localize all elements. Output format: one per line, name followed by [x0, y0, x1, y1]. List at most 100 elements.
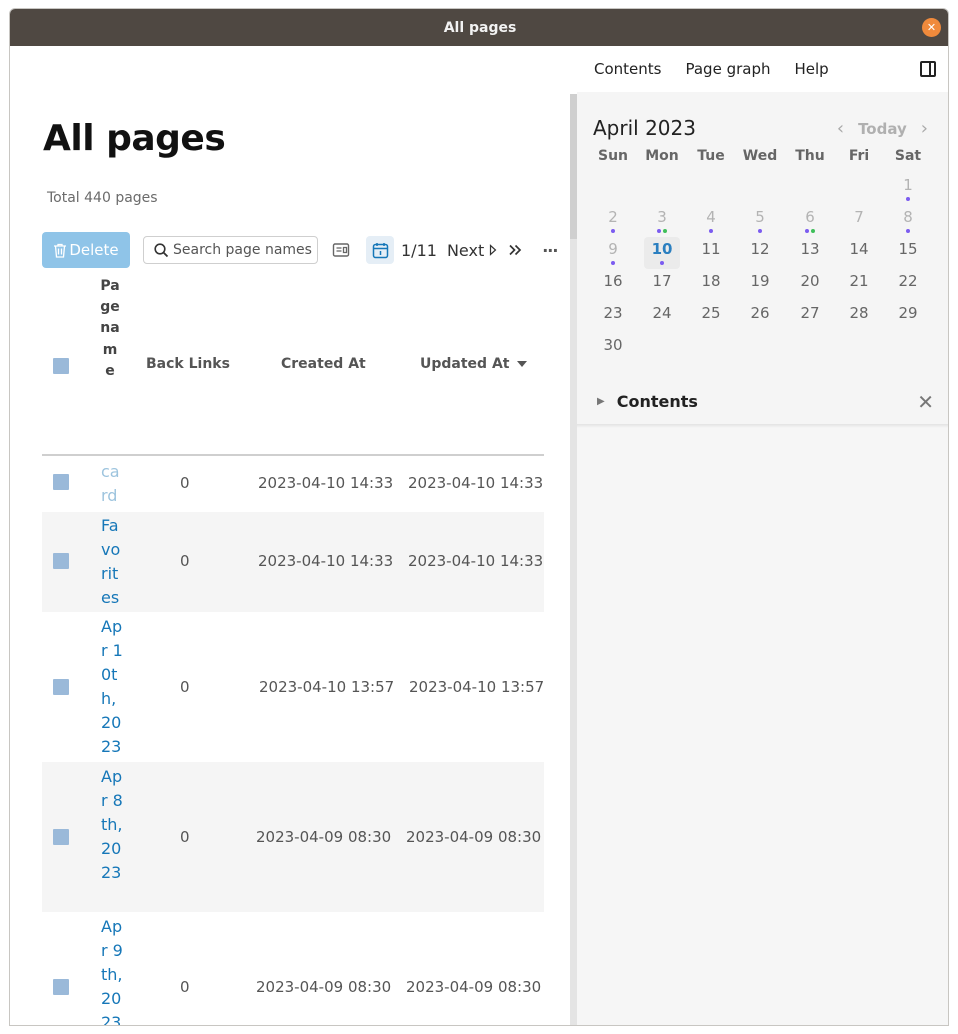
journal-entry-dot: [758, 229, 762, 233]
close-button[interactable]: ✕: [922, 18, 941, 37]
journals-toggle-button[interactable]: [328, 237, 354, 263]
last-page-icon[interactable]: [508, 244, 522, 256]
calendar-day[interactable]: 11: [691, 237, 731, 269]
column-header-created-at[interactable]: Created At: [281, 356, 366, 372]
page-name-link[interactable]: Apr 10th, 2023: [101, 615, 125, 759]
weekday-label: Mon: [645, 148, 679, 164]
column-header-updated-at[interactable]: Updated At: [420, 356, 528, 372]
calendar-day[interactable]: 17: [642, 269, 682, 301]
created-at-value: 2023-04-10 14:33: [258, 552, 394, 570]
journal-entry-dot: [709, 229, 713, 233]
page-name-link[interactable]: Apr 8th, 2023: [101, 765, 125, 885]
column-header-back-links[interactable]: Back Links: [146, 356, 230, 372]
delete-button[interactable]: Delete: [42, 232, 130, 268]
calendar-day[interactable]: 26: [740, 301, 780, 333]
journal-list-icon: [332, 243, 350, 257]
search-input[interactable]: Search page names: [143, 236, 318, 264]
table-row[interactable]: Apr 8th, 2023 0 2023-04-09 08:30 2023-04…: [42, 762, 544, 912]
created-at-value: 2023-04-09 08:30: [256, 978, 392, 996]
next-page-button[interactable]: Next: [447, 241, 484, 260]
close-icon: ✕: [926, 21, 937, 34]
calendar-day[interactable]: 14: [839, 237, 879, 269]
table-row[interactable]: Apr 9th, 2023 0 2023-04-09 08:30 2023-04…: [42, 912, 544, 1025]
tab-help[interactable]: Help: [794, 60, 828, 78]
column-header-page-name[interactable]: Page name: [100, 276, 120, 382]
updated-at-label: Updated At: [420, 356, 510, 372]
calendar-day[interactable]: 30: [593, 333, 633, 365]
row-checkbox[interactable]: [53, 979, 69, 995]
journal-entry-dot: [811, 229, 815, 233]
panel-divider: [577, 424, 948, 428]
row-checkbox[interactable]: [53, 679, 69, 695]
weekday-label: Wed: [742, 148, 778, 164]
calendar-day[interactable]: 24: [642, 301, 682, 333]
row-checkbox[interactable]: [53, 474, 69, 490]
calendar-day[interactable]: 3: [642, 205, 682, 237]
sidebar-tabs: Contents Page graph Help: [577, 46, 948, 92]
caret-right-icon: [490, 244, 497, 256]
table-row[interactable]: Apr 10th, 2023 0 2023-04-10 13:57 2023-0…: [42, 612, 544, 762]
calendar-day[interactable]: 23: [593, 301, 633, 333]
search-placeholder: Search page names: [173, 242, 312, 258]
delete-label: Delete: [69, 241, 119, 259]
calendar-day[interactable]: 21: [839, 269, 879, 301]
journal-entry-dot: [657, 229, 661, 233]
calendar-month: April 2023: [593, 116, 696, 140]
contents-panel-header[interactable]: ▶ Contents ✕: [577, 378, 948, 424]
calendar-day[interactable]: 28: [839, 301, 879, 333]
sort-desc-icon: [517, 361, 528, 367]
scrollbar-thumb[interactable]: [570, 94, 577, 239]
calendar-day[interactable]: 8: [888, 205, 928, 237]
row-checkbox[interactable]: [53, 829, 69, 845]
calendar-day[interactable]: 19: [740, 269, 780, 301]
journal-entry-dot: [663, 229, 667, 233]
page-title: All pages: [43, 118, 226, 159]
caret-right-icon[interactable]: ▶: [597, 396, 605, 407]
table-row[interactable]: card 0 2023-04-10 14:33 2023-04-10 14:33: [42, 456, 544, 512]
calendar-day[interactable]: 16: [593, 269, 633, 301]
prev-month-icon[interactable]: ‹: [837, 118, 844, 139]
calendar-nav: ‹ Today ›: [837, 118, 928, 139]
calendar-day[interactable]: 29: [888, 301, 928, 333]
tab-contents[interactable]: Contents: [594, 60, 661, 78]
journal-entry-dot: [611, 229, 615, 233]
calendar-toggle-button[interactable]: [366, 236, 394, 264]
next-month-icon[interactable]: ›: [921, 118, 928, 139]
back-links-count: 0: [180, 552, 190, 570]
calendar-day[interactable]: 12: [740, 237, 780, 269]
calendar-day[interactable]: 27: [790, 301, 830, 333]
back-links-count: 0: [180, 978, 190, 996]
calendar-day[interactable]: 15: [888, 237, 928, 269]
calendar-day[interactable]: 18: [691, 269, 731, 301]
calendar-day[interactable]: 22: [888, 269, 928, 301]
calendar-day-today[interactable]: 10: [644, 237, 680, 269]
page-name-link[interactable]: Favorites: [101, 514, 125, 610]
calendar-day[interactable]: 2: [593, 205, 633, 237]
updated-at-value: 2023-04-09 08:30: [406, 978, 542, 996]
more-options-icon[interactable]: ···: [542, 241, 558, 260]
calendar-day[interactable]: 4: [691, 205, 731, 237]
trash-icon: [54, 243, 67, 258]
tab-page-graph[interactable]: Page graph: [685, 60, 770, 78]
calendar-day[interactable]: 25: [691, 301, 731, 333]
calendar-day[interactable]: 7: [839, 205, 879, 237]
calendar-day[interactable]: 13: [790, 237, 830, 269]
calendar-day[interactable]: 20: [790, 269, 830, 301]
journal-entry-dot: [805, 229, 809, 233]
calendar-day[interactable]: 5: [740, 205, 780, 237]
page-name-link[interactable]: Apr 9th, 2023: [101, 915, 125, 1025]
table-row[interactable]: Favorites 0 2023-04-10 14:33 2023-04-10 …: [42, 512, 544, 612]
calendar-day[interactable]: 6: [790, 205, 830, 237]
calendar-day[interactable]: 9: [593, 237, 633, 269]
row-checkbox[interactable]: [53, 553, 69, 569]
toggle-sidebar-icon[interactable]: [920, 61, 936, 77]
page-name-link[interactable]: card: [101, 460, 125, 508]
select-all-checkbox[interactable]: [53, 358, 69, 374]
close-panel-icon[interactable]: ✕: [917, 390, 934, 414]
back-links-count: 0: [180, 828, 190, 846]
calendar-day[interactable]: 1: [888, 173, 928, 205]
weekday-label: Sun: [597, 148, 629, 164]
updated-at-value: 2023-04-10 14:33: [408, 552, 544, 570]
today-button[interactable]: Today: [858, 120, 907, 138]
created-at-value: 2023-04-10 13:57: [259, 678, 395, 696]
